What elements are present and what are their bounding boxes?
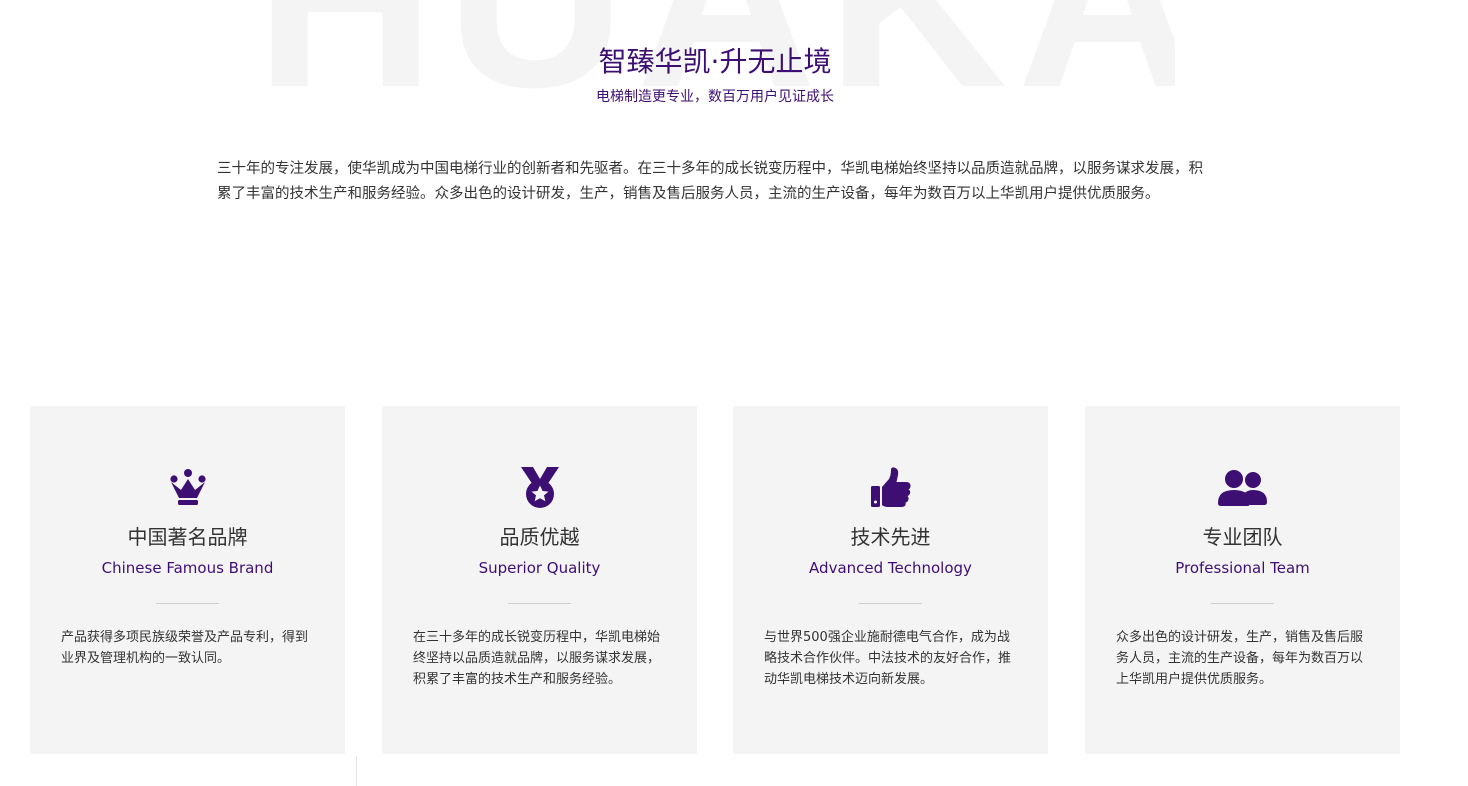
feature-title: 技术先进 xyxy=(850,525,931,549)
feature-card-famous-brand: 中国著名品牌 Chinese Famous Brand 产品获得多项民族级荣誉及… xyxy=(30,406,345,754)
feature-title: 品质优越 xyxy=(499,525,580,549)
divider xyxy=(156,603,219,604)
section-subtitle: 电梯制造更专业，数百万用户见证成长 xyxy=(596,89,834,105)
divider xyxy=(508,603,571,604)
feature-card-superior-quality: 品质优越 Superior Quality 在三十多年的成长锐变历程中，华凯电梯… xyxy=(382,406,697,754)
feature-card-advanced-technology: 技术先进 Advanced Technology 与世界500强企业施耐德电气合… xyxy=(733,406,1048,754)
feature-title: 中国著名品牌 xyxy=(127,525,248,549)
feature-subtitle: Professional Team xyxy=(1175,559,1310,577)
feature-description: 与世界500强企业施耐德电气合作，成为战略技术合作伙伴。中法技术的友好合作，推动… xyxy=(764,630,1012,687)
feature-description: 众多出色的设计研发，生产，销售及售后服务人员，主流的生产设备，每年为数百万以上华… xyxy=(1116,630,1364,687)
feature-description: 产品获得多项民族级荣誉及产品专利，得到业界及管理机构的一致认同。 xyxy=(61,630,309,666)
thumbs-up-icon xyxy=(733,466,1048,510)
medal-icon xyxy=(382,466,697,510)
divider xyxy=(356,756,357,786)
crown-icon xyxy=(30,466,345,510)
feature-description: 在三十多年的成长锐变历程中，华凯电梯始终坚持以品质造就品牌，以服务谋求发展，积累… xyxy=(413,630,661,687)
feature-subtitle: Superior Quality xyxy=(478,559,601,577)
divider xyxy=(859,603,922,604)
users-icon xyxy=(1085,466,1400,510)
divider xyxy=(1211,603,1274,604)
feature-subtitle: Chinese Famous Brand xyxy=(101,559,274,577)
feature-card-professional-team: 专业团队 Professional Team 众多出色的设计研发，生产，销售及售… xyxy=(1085,406,1400,754)
section-title: 智臻华凯·升无止境 xyxy=(598,45,832,78)
intro-paragraph: 三十年的专注发展，使华凯成为中国电梯行业的创新者和先驱者。在三十多年的成长锐变历… xyxy=(217,161,1203,202)
feature-title: 专业团队 xyxy=(1202,525,1283,549)
feature-subtitle: Advanced Technology xyxy=(809,559,972,577)
